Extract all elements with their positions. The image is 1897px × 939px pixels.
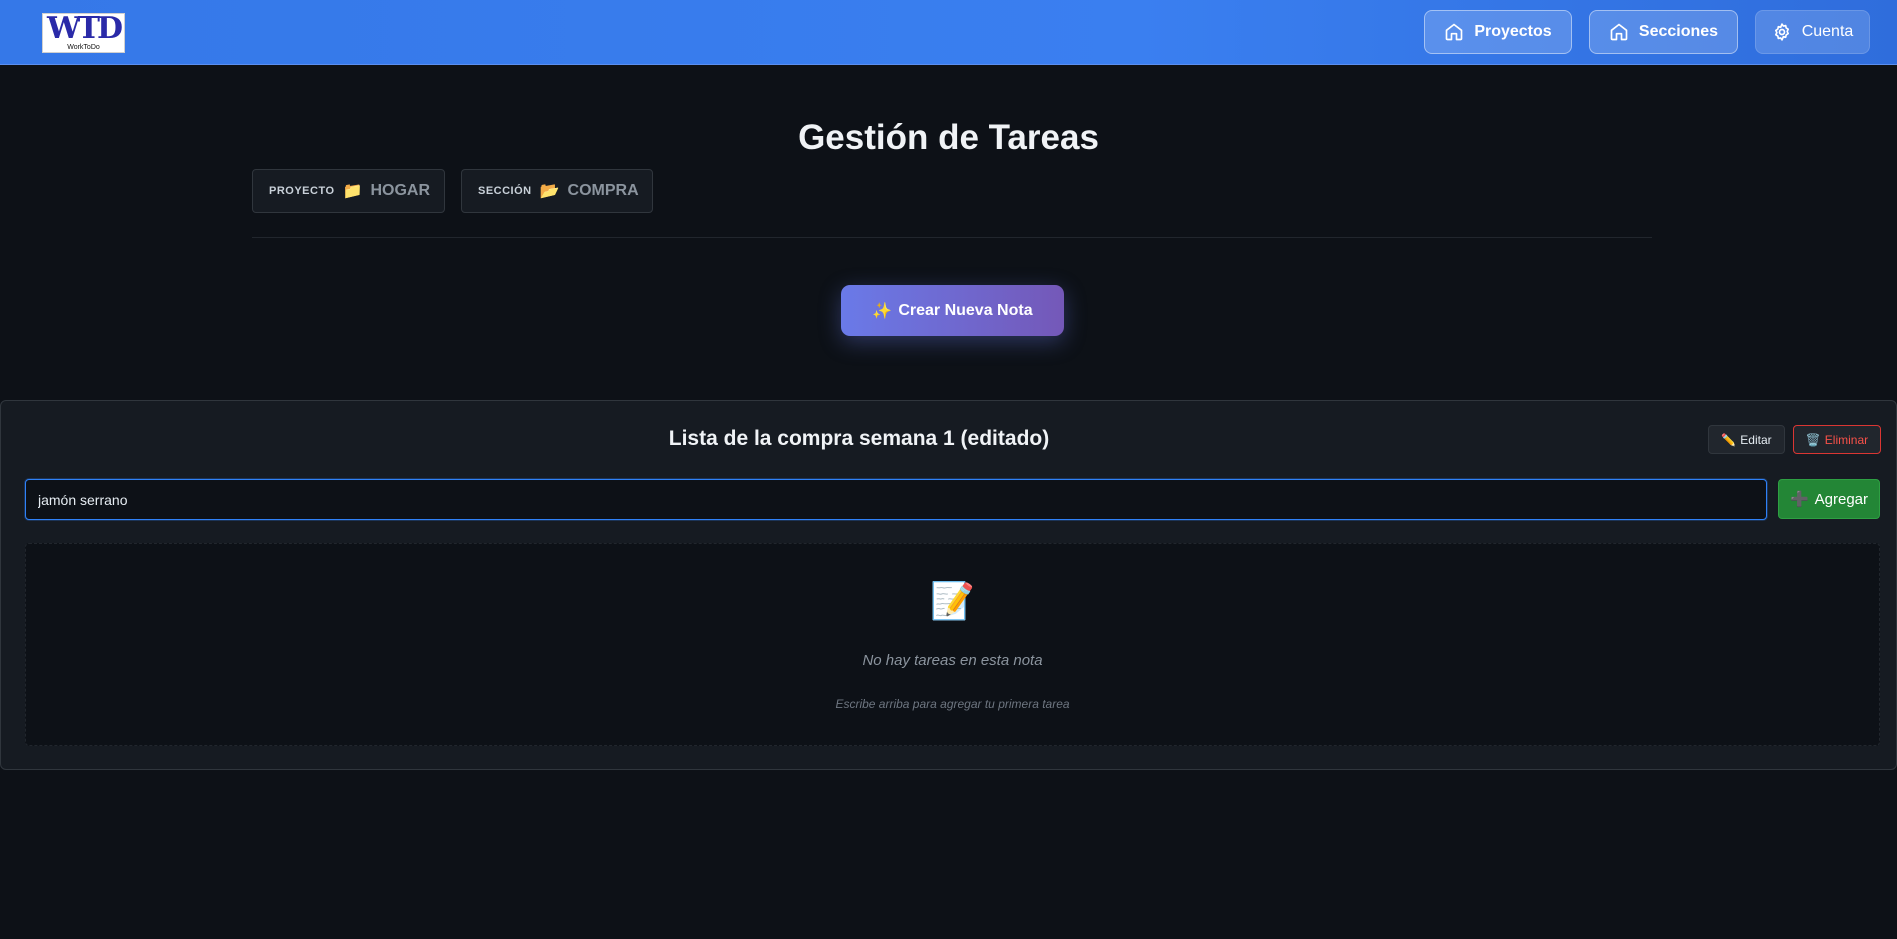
- delete-note-button[interactable]: 🗑️ Eliminar: [1793, 425, 1881, 454]
- app-logo[interactable]: WTD WorkToDo: [42, 13, 125, 53]
- nav-proyectos-button[interactable]: Proyectos: [1424, 10, 1572, 54]
- nav-secciones-button[interactable]: Secciones: [1589, 10, 1738, 54]
- add-task-button[interactable]: ➕ Agregar: [1778, 479, 1880, 519]
- trash-icon: 🗑️: [1805, 432, 1821, 447]
- folder-icon: 📁: [342, 183, 363, 200]
- open-folder-icon: 📂: [539, 183, 560, 200]
- create-note-label: Crear Nueva Nota: [898, 301, 1033, 319]
- edit-note-button[interactable]: ✏️ Editar: [1708, 425, 1785, 454]
- create-note-button[interactable]: ✨ Crear Nueva Nota: [841, 285, 1064, 336]
- breadcrumb-section[interactable]: SECCIÓN 📂 COMPRA: [461, 169, 653, 213]
- empty-hint: Escribe arriba para agregar tu primera t…: [835, 697, 1070, 711]
- empty-task-list: 📝 No hay tareas en esta nota Escribe arr…: [25, 543, 1880, 746]
- breadcrumb-section-value: COMPRA: [567, 182, 639, 199]
- edit-note-label: Editar: [1740, 432, 1772, 447]
- note-card: Lista de la compra semana 1 (editado) ✏️…: [0, 400, 1897, 770]
- empty-message: No hay tareas en esta nota: [862, 652, 1043, 669]
- plus-icon: ➕: [1789, 491, 1809, 508]
- nav-secciones-label: Secciones: [1638, 23, 1719, 40]
- breadcrumb-project[interactable]: PROYECTO 📁 HOGAR: [252, 169, 445, 213]
- memo-icon: 📝: [930, 580, 975, 621]
- breadcrumb-project-label: PROYECTO: [269, 185, 335, 197]
- breadcrumb-project-value: HOGAR: [370, 182, 431, 199]
- nav-proyectos-label: Proyectos: [1474, 23, 1552, 40]
- home-icon: [1610, 23, 1628, 41]
- home-icon: [1445, 23, 1463, 41]
- new-task-input[interactable]: [25, 479, 1767, 520]
- sparkles-icon: ✨: [872, 302, 893, 320]
- top-navigation-bar: WTD WorkToDo Proyectos Secciones Cuenta: [0, 0, 1897, 65]
- nav-cuenta-button[interactable]: Cuenta: [1755, 10, 1870, 54]
- add-task-label: Agregar: [1814, 490, 1869, 508]
- logo-mark: WTD: [46, 10, 123, 46]
- note-title: Lista de la compra semana 1 (editado): [668, 427, 1050, 450]
- gear-icon: [1774, 23, 1789, 41]
- breadcrumb-section-label: SECCIÓN: [478, 185, 532, 197]
- pencil-icon: ✏️: [1721, 432, 1737, 447]
- nav-cuenta-label: Cuenta: [1801, 23, 1854, 40]
- logo-subtitle: WorkToDo: [67, 43, 100, 51]
- page-title: Gestión de Tareas: [798, 118, 1099, 157]
- section-divider: [252, 237, 1652, 238]
- delete-note-label: Eliminar: [1824, 432, 1869, 447]
